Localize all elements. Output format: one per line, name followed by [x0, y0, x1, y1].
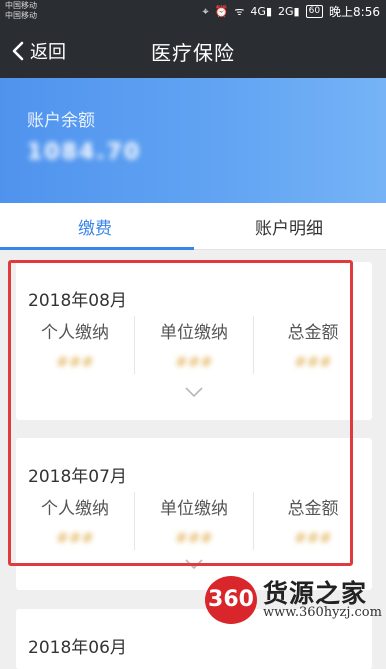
- personal-value: ###: [56, 529, 94, 547]
- clock: 晚上8:56: [329, 5, 380, 19]
- watermark-url: www.360hyzj.com: [263, 605, 382, 620]
- personal-column: 个人缴纳 ###: [16, 316, 134, 374]
- employer-value: ###: [175, 529, 213, 547]
- status-icons: ⌖ ⏰ ᯤ 4G▮ 2G▮ 60 晚上8:56: [202, 3, 380, 20]
- tab-payment[interactable]: 缴费: [78, 214, 112, 239]
- total-label: 总金额: [287, 499, 339, 519]
- tab-bar: 缴费 账户明细: [0, 203, 386, 250]
- employer-label: 单位缴纳: [160, 499, 228, 519]
- wifi-icon: ᯤ: [234, 5, 245, 18]
- total-label: 总金额: [287, 323, 339, 343]
- chevron-down-icon[interactable]: [184, 386, 204, 398]
- record-month: 2018年07月: [28, 467, 127, 487]
- location-icon: ⌖: [202, 4, 209, 18]
- employer-column: 单位缴纳 ###: [134, 492, 253, 550]
- employer-label: 单位缴纳: [160, 323, 228, 343]
- carrier-2: 中国移动: [5, 11, 37, 20]
- chevron-down-icon[interactable]: [184, 558, 204, 570]
- personal-column: 个人缴纳 ###: [16, 492, 134, 550]
- employer-value: ###: [175, 353, 213, 371]
- tab-account-detail[interactable]: 账户明细: [255, 214, 323, 239]
- app-bar: 返回 医疗保险: [0, 22, 386, 78]
- record-columns: 个人缴纳 ### 单位缴纳 ### 总金额 ###: [16, 492, 372, 550]
- active-tab-indicator: [0, 247, 194, 250]
- balance-panel: 账户余额 1084.70: [0, 78, 386, 203]
- balance-label: 账户余额: [27, 111, 95, 131]
- carrier-labels: 中国移动 中国移动: [5, 1, 37, 21]
- personal-value: ###: [56, 353, 94, 371]
- record-month: 2018年06月: [28, 638, 127, 658]
- personal-label: 个人缴纳: [41, 499, 109, 519]
- page-title: 医疗保险: [151, 41, 235, 65]
- watermark-logo: 360: [205, 576, 257, 624]
- total-column: 总金额 ###: [253, 492, 372, 550]
- battery-icon: 60: [305, 5, 324, 18]
- status-bar: 中国移动 中国移动 ⌖ ⏰ ᯤ 4G▮ 2G▮ 60 晚上8:56: [0, 0, 386, 22]
- record-card[interactable]: 2018年07月 个人缴纳 ### 单位缴纳 ### 总金额 ###: [16, 438, 372, 590]
- record-month: 2018年08月: [28, 291, 127, 311]
- record-columns: 个人缴纳 ### 单位缴纳 ### 总金额 ###: [16, 316, 372, 374]
- alarm-icon: ⏰: [214, 5, 229, 18]
- total-value: ###: [294, 353, 332, 371]
- network-type-2: 2G: [278, 5, 294, 18]
- employer-column: 单位缴纳 ###: [134, 316, 253, 374]
- balance-value: 1084.70: [27, 140, 142, 165]
- personal-label: 个人缴纳: [41, 323, 109, 343]
- signal-icon-1: 4G▮: [250, 5, 272, 18]
- total-value: ###: [294, 529, 332, 547]
- network-type-1: 4G: [250, 5, 266, 18]
- record-card[interactable]: 2018年08月 个人缴纳 ### 单位缴纳 ### 总金额 ###: [16, 262, 372, 420]
- watermark: 360 货源之家 www.360hyzj.com: [203, 572, 383, 628]
- total-column: 总金额 ###: [253, 316, 372, 374]
- carrier-1: 中国移动: [5, 1, 37, 10]
- signal-icon-2: 2G▮: [278, 5, 300, 18]
